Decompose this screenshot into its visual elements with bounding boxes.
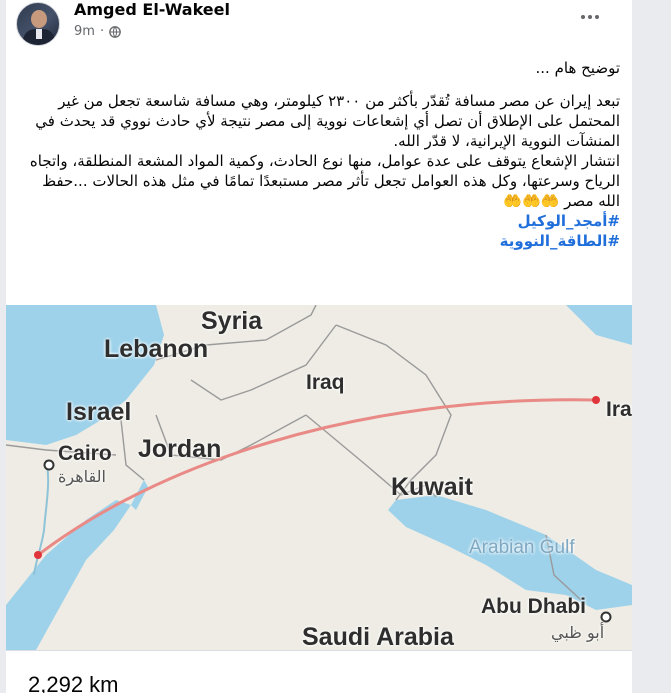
distance-readout: 2,292 km: [28, 672, 119, 693]
label-abu-dhabi: Abu Dhabi: [481, 595, 586, 618]
route-end-point: [592, 396, 600, 404]
label-lebanon: Lebanon: [104, 335, 209, 363]
border: [305, 414, 402, 496]
post-card: Amged El-Wakeel 9m · توضيح هام ... تبعد …: [6, 0, 632, 693]
hashtag-link[interactable]: #أمجد_الوكيل: [518, 212, 620, 230]
label-jordan: Jordan: [138, 435, 222, 463]
avatar[interactable]: [16, 2, 60, 46]
route-start-point: [34, 551, 42, 559]
label-cairo: Cairo: [58, 442, 112, 465]
globe-icon[interactable]: [109, 25, 121, 38]
label-kuwait: Kuwait: [391, 473, 473, 501]
label-iraq: Iraq: [306, 371, 345, 394]
more-options-icon[interactable]: [575, 5, 605, 29]
label-cairo-arabic: القاهرة: [58, 467, 106, 486]
post-text: توضيح هام ... تبعد إيران عن مصر مسافة تُ…: [18, 58, 620, 251]
cairo-dot: [43, 459, 55, 471]
label-iran: Iran: [606, 398, 632, 421]
divider: [6, 650, 632, 651]
post-heading: توضيح هام ...: [535, 59, 620, 77]
label-abu-dhabi-arabic: أبو ظبي: [551, 623, 605, 642]
label-syria: Syria: [201, 307, 263, 335]
red-sea: [6, 500, 131, 650]
hashtag-link[interactable]: #الطاقة_النووية: [500, 232, 620, 250]
author-name[interactable]: Amged El-Wakeel: [74, 0, 230, 19]
label-israel: Israel: [66, 398, 132, 426]
post-paragraph-1: تبعد إيران عن مصر مسافة تُقدّر بأكثر من …: [35, 92, 620, 150]
map-image[interactable]: Syria Lebanon Iraq Israel Iran Cairo الق…: [6, 305, 632, 650]
post-time[interactable]: 9m: [74, 24, 95, 39]
abu-dhabi-dot: [600, 611, 612, 623]
label-saudi-arabia: Saudi Arabia: [302, 623, 454, 650]
post-header: Amged El-Wakeel 9m ·: [6, 0, 632, 50]
label-arabian-gulf: Arabian Gulf: [469, 537, 575, 558]
post-meta: 9m ·: [74, 24, 121, 39]
post-paragraph-2: انتشار الإشعاع يتوقف على عدة عوامل، منها…: [29, 152, 620, 210]
